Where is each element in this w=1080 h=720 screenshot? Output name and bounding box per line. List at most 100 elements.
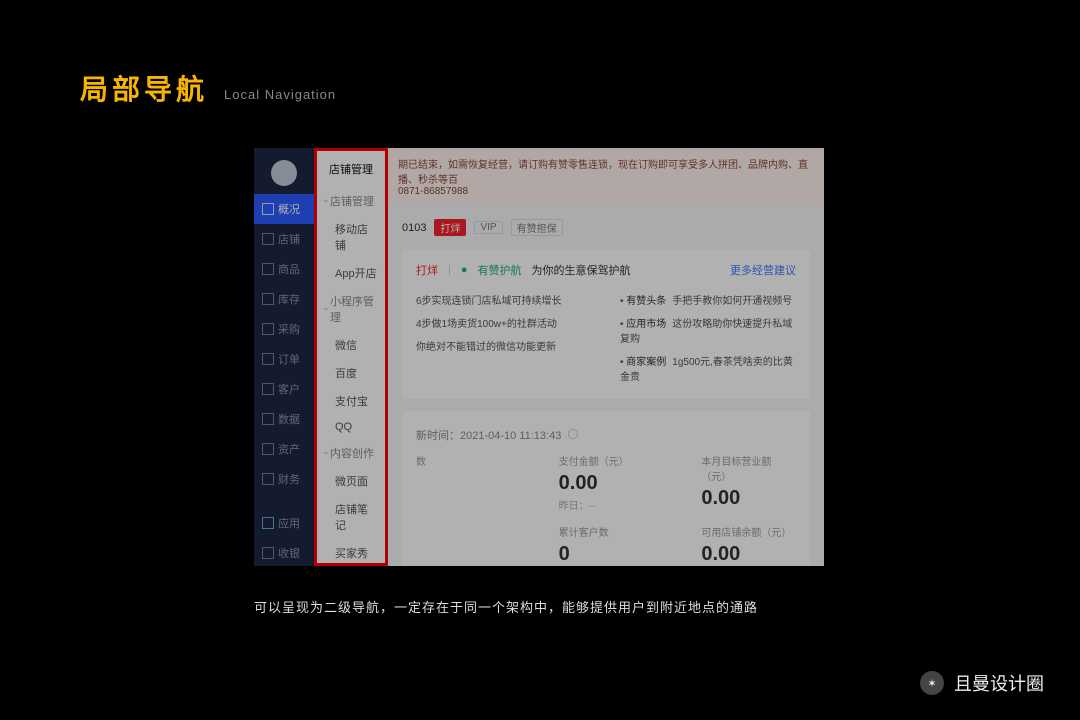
sidebar-item-customer[interactable]: 客户 [254,374,314,404]
submenu-highlight: 店铺管理 店铺管理 移动店铺 App开店 小程序管理 微信 百度 支付宝 QQ … [314,148,388,566]
submenu-item[interactable]: 微信 [317,331,385,359]
sidebar-item-label: 财务 [278,471,300,487]
header-row: 0103 打烊 VIP 有赞担保 [402,205,810,250]
sidebar-item-label: 采购 [278,321,300,337]
panel-brand: 有赞护航 [478,262,522,278]
finance-icon [262,473,274,485]
sidebar-item-data[interactable]: 数据 [254,404,314,434]
asset-icon [262,443,274,455]
refresh-icon[interactable] [568,429,578,439]
stat-block: 本月目标营业额（元） 0.00 [701,453,796,512]
sidebar-item-label: 收银 [278,545,300,561]
stat-block: 累计客户数 0 昨日：0 [559,524,654,566]
submenu-group-shop[interactable]: 店铺管理 [317,187,385,215]
update-time: 新时间：2021-04-10 11:13:43 [416,423,796,453]
list-item[interactable]: 6步实现连锁门店私域可持续增长 [416,288,592,311]
submenu-item[interactable]: 微页面 [317,467,385,495]
sidebar-item-label: 店铺 [278,231,300,247]
guarantee-badge: 有赞担保 [511,219,563,236]
list-item[interactable]: • 应用市场这份攻略助你快速提升私域复购 [620,311,796,349]
sidebar-item-label: 资产 [278,441,300,457]
sidebar-item-label: 客户 [278,381,300,397]
guide-panel: 打烊 | ● 有赞护航 为你的生意保驾护航 更多经营建议 6步实现连锁门店私域可… [402,250,810,399]
overview-icon [262,203,274,215]
stat-block: 数 [416,453,511,512]
stats-panel: 新时间：2021-04-10 11:13:43 数 支付金额（元） 0.00 昨… [402,411,810,566]
notice-phone: 0871-86857988 [398,186,468,197]
sidebar-item-label: 商品 [278,261,300,277]
customer-icon [262,383,274,395]
shield-icon: ● [461,264,468,276]
stat-value: 0.00 [559,468,654,497]
submenu-item[interactable]: QQ [317,415,385,439]
sidebar-item-label: 应用 [278,515,300,531]
stat-value: 0.00 [701,539,796,566]
stat-label: 数 [416,453,511,468]
sidebar-item-label: 数据 [278,411,300,427]
sidebar-item-label: 库存 [278,291,300,307]
brand-row: ✶ 且曼设计圈 [920,670,1044,696]
sidebar-item-shop[interactable]: 店铺 [254,224,314,254]
goods-icon [262,263,274,275]
notice-text: 期已结束，如需恢复经营，请订购有赞零售连锁，现在订购即可享受多人拼团、品牌内购、… [398,160,808,186]
screenshot-frame: 概况 店铺 商品 库存 采购 订单 客户 数据 资产 财务 应用 收银 设置 店… [254,148,824,566]
shop-icon [262,233,274,245]
panel-slogan: 为你的生意保驾护航 [532,262,631,278]
submenu: 店铺管理 店铺管理 移动店铺 App开店 小程序管理 微信 百度 支付宝 QQ … [314,148,388,566]
data-icon [262,413,274,425]
sidebar-item-overview[interactable]: 概况 [254,194,314,224]
stat-value: 0.00 [701,483,796,512]
list-item[interactable]: • 商家案例1g500元,春茶凭啥卖的比黄金贵 [620,349,796,387]
submenu-item[interactable]: 买家秀 [317,539,385,566]
cashier-icon [262,547,274,559]
stat-block: 可用店铺余额（元） 0.00 [701,524,796,566]
stat-label: 支付金额（元） [559,453,654,468]
list-item[interactable]: 4步做1场卖货100w+的社群活动 [416,311,592,334]
sidebar-item-apps[interactable]: 应用 [254,508,314,538]
title-main: 局部导航 [80,68,208,108]
sidebar-item-label: 订单 [278,351,300,367]
shop-id: 0103 [402,222,426,234]
sidebar-item-order[interactable]: 订单 [254,344,314,374]
submenu-item[interactable]: 百度 [317,359,385,387]
vip-badge: VIP [474,221,502,234]
list-item[interactable]: 你绝对不能错过的微信功能更新 [416,334,592,357]
submenu-title: 店铺管理 [317,151,385,187]
sidebar-item-asset[interactable]: 资产 [254,434,314,464]
list-item[interactable]: • 有赞头条手把手教你如何开通视频号 [620,288,796,311]
submenu-item[interactable]: App开店 [317,259,385,287]
stat-value: 0 [559,539,654,566]
submenu-item[interactable]: 店铺笔记 [317,495,385,539]
wechat-icon: ✶ [920,671,944,695]
sidebar-item-cashier[interactable]: 收银 [254,538,314,566]
submenu-item[interactable]: 支付宝 [317,387,385,415]
title-sub: Local Navigation [224,87,336,102]
apps-icon [262,517,274,529]
purchase-icon [262,323,274,335]
stat-label: 累计客户数 [559,524,654,539]
avatar[interactable] [271,160,297,186]
status-badge: 打烊 [434,219,466,236]
sidebar-item-purchase[interactable]: 采购 [254,314,314,344]
slide-title: 局部导航 Local Navigation [80,68,336,108]
brand-text: 且曼设计圈 [954,670,1044,696]
stat-block: 支付金额（元） 0.00 昨日：-- [559,453,654,512]
more-link[interactable]: 更多经营建议 [730,262,796,278]
main-content: 期已结束，如需恢复经营，请订购有赞零售连锁，现在订购即可享受多人拼团、品牌内购、… [388,148,824,566]
sidebar-item-label: 概况 [278,201,300,217]
panel-status: 打烊 [416,262,438,278]
sidebar-item-goods[interactable]: 商品 [254,254,314,284]
stat-block [416,524,511,566]
stock-icon [262,293,274,305]
sidebar-item-stock[interactable]: 库存 [254,284,314,314]
order-icon [262,353,274,365]
sidebar-item-finance[interactable]: 财务 [254,464,314,494]
caption: 可以呈现为二级导航，一定存在于同一个架构中，能够提供用户到附近地点的通路 [254,597,758,616]
submenu-group-content[interactable]: 内容创作 [317,439,385,467]
notice-banner: 期已结束，如需恢复经营，请订购有赞零售连锁，现在订购即可享受多人拼团、品牌内购、… [388,148,824,205]
stat-label: 可用店铺余额（元） [701,524,796,539]
submenu-group-miniprogram[interactable]: 小程序管理 [317,287,385,331]
stat-sub: 昨日：-- [559,497,654,512]
submenu-item[interactable]: 移动店铺 [317,215,385,259]
sidebar: 概况 店铺 商品 库存 采购 订单 客户 数据 资产 财务 应用 收银 设置 [254,148,314,566]
